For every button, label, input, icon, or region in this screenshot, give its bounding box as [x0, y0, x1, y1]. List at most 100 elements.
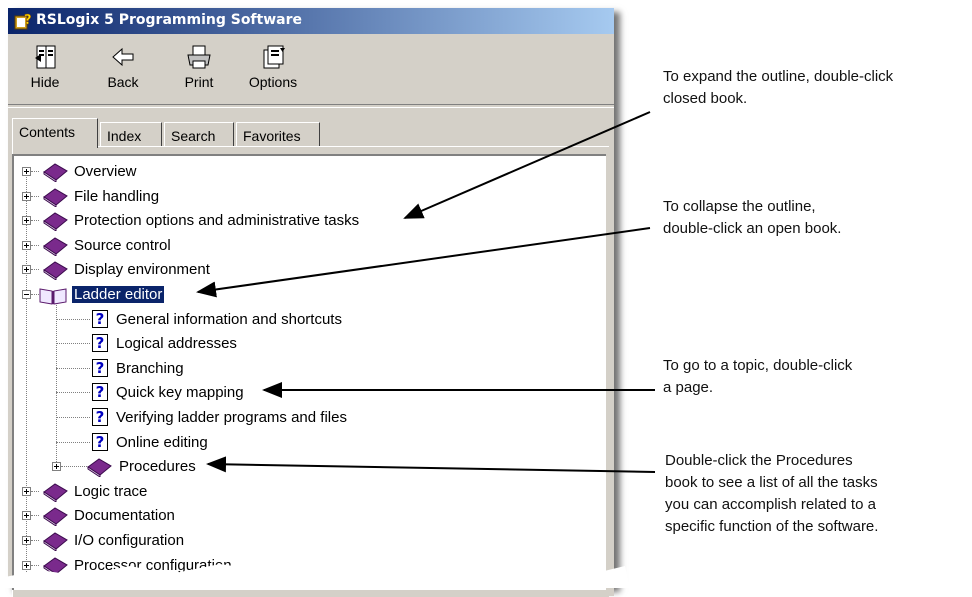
expand-toggle-icon[interactable] [52, 462, 61, 472]
expand-toggle-icon[interactable] [22, 265, 31, 275]
expand-toggle-icon[interactable] [22, 560, 31, 570]
print-label: Print [184, 74, 214, 90]
tab-favorites[interactable]: Favorites [236, 122, 320, 146]
closed-book-icon [40, 162, 70, 186]
tab-search[interactable]: Search [164, 122, 234, 146]
tree-guide-branch [31, 490, 39, 492]
tree-item-label: Protection options and administrative ta… [74, 212, 360, 230]
tree-item-label: I/O configuration [74, 532, 185, 549]
tree-item-book[interactable]: Documentation [14, 504, 574, 528]
tree-item-label: Source control [74, 236, 171, 254]
help-page-icon: ? [92, 358, 108, 377]
tree-item-label: Quick key mapping [116, 384, 244, 402]
tree-item-page[interactable]: ? Logical addresses [14, 332, 574, 356]
tree-item-label: Online editing [116, 433, 208, 451]
expand-toggle-icon[interactable] [22, 536, 31, 545]
annotation-collapse: To collapse the outline, double-click an… [663, 196, 841, 240]
expand-toggle-icon[interactable] [22, 486, 31, 496]
expand-toggle-icon[interactable] [22, 216, 31, 226]
tab-search-label: Search [171, 128, 216, 144]
tree-item-label: Logic trace [74, 482, 148, 500]
tree-item-book[interactable]: Ladder editor [14, 283, 574, 307]
tree-guide-branch [56, 392, 90, 394]
closed-book-icon [40, 482, 70, 506]
tree-guide-branch [31, 515, 39, 517]
tree-item-book[interactable]: Processor configuration [14, 554, 574, 578]
tree-item-book[interactable]: I/O configuration [14, 529, 574, 553]
help-page-icon: ? [92, 383, 108, 402]
annotation-procedures-line3: you can accomplish related to a [665, 496, 876, 513]
svg-text:?: ? [24, 13, 32, 28]
closed-book-icon [40, 260, 70, 284]
closed-book-icon [40, 506, 70, 530]
back-arrow-icon [112, 47, 134, 67]
hide-button[interactable]: Hide [16, 40, 74, 98]
tab-index[interactable]: Index [100, 122, 162, 146]
tree-item-label: General information and shortcuts [116, 310, 342, 328]
tree-guide-branch [31, 540, 39, 541]
annotation-topic: To go to a topic, double-click a page. [663, 355, 852, 399]
tab-index-label: Index [107, 128, 142, 144]
annotation-expand-line1: To expand the outline, double-click [663, 68, 894, 85]
tree-item-book[interactable]: Source control [14, 234, 574, 258]
annotation-topic-line2: a page. [663, 379, 714, 396]
annotation-topic-line1: To go to a topic, double-click [663, 357, 853, 374]
annotation-expand-line2: closed book. [663, 90, 748, 107]
options-button[interactable]: Options [244, 40, 302, 98]
tree-item-label: Logical addresses [116, 335, 237, 353]
tree-item-page[interactable]: ? General information and shortcuts [14, 308, 574, 332]
right-edge [606, 162, 614, 596]
tree-item-book[interactable]: Display environment [14, 258, 574, 282]
back-label: Back [107, 74, 139, 90]
tree-guide-branch [31, 269, 39, 271]
collapse-toggle-icon[interactable] [22, 290, 31, 299]
closed-book-icon [84, 457, 114, 481]
options-icon [263, 45, 285, 69]
tree-item-label: Ladder editor [70, 285, 166, 304]
tree-item-book[interactable]: Logic trace [14, 480, 574, 504]
tab-contents[interactable]: Contents [12, 118, 98, 148]
tree-guide-branch [31, 171, 39, 172]
closed-book-icon [40, 211, 70, 235]
tab-contents-label: Contents [19, 124, 76, 140]
contents-tree[interactable]: Overview File handling Protection options … [12, 154, 606, 590]
tree-guide-branch [56, 367, 90, 369]
title-bar[interactable]: ? RSLogix 5 Programming Software [8, 8, 614, 34]
annotation-procedures-line4: specific function of the software. [665, 518, 879, 535]
tree-guide-branch [56, 343, 90, 345]
back-button[interactable]: Back [94, 40, 152, 98]
tree-item-page[interactable]: ? Quick key mapping [14, 381, 574, 405]
tree-item-subbook[interactable]: Procedures [14, 455, 574, 479]
hide-label: Hide [30, 74, 60, 90]
tree-guide-branch [56, 318, 90, 320]
hide-icon [35, 45, 56, 69]
tree-item-book[interactable]: Protection options and administrative ta… [14, 209, 574, 233]
toolbar-separator [8, 104, 614, 108]
window-title: RSLogix 5 Programming Software [36, 12, 302, 28]
closed-book-icon [40, 236, 70, 260]
help-app-icon: ? [14, 13, 32, 30]
annotation-procedures: Double-click the Procedures book to see … [665, 450, 878, 538]
tree-item-page[interactable]: ? Verifying ladder programs and files [14, 406, 574, 430]
tree-guide-branch [56, 441, 90, 443]
expand-toggle-icon[interactable] [22, 511, 31, 521]
tree-item-page[interactable]: ? Branching [14, 357, 574, 381]
tree-item-book[interactable]: Overview [14, 160, 574, 184]
expand-toggle-icon[interactable] [22, 240, 31, 250]
tree-item-page[interactable]: ? Online editing [14, 431, 574, 455]
annotation-collapse-line1: To collapse the outline, [663, 198, 816, 215]
print-button[interactable]: Print [170, 40, 228, 98]
open-book-icon [38, 285, 68, 309]
tree-guide-branch [31, 244, 39, 246]
annotation-collapse-line2: double-click an open book. [663, 220, 842, 237]
tree-item-label: Overview [74, 163, 137, 180]
tree-item-label: Procedures [119, 458, 196, 476]
toolbar: Hide Back Print Options [8, 36, 614, 100]
help-page-icon: ? [92, 432, 108, 451]
expand-toggle-icon[interactable] [22, 191, 31, 201]
tree-guide-branch [31, 220, 39, 222]
expand-toggle-icon[interactable] [22, 167, 31, 176]
tree-item-book[interactable]: File handling [14, 185, 574, 209]
help-page-icon: ? [92, 334, 108, 353]
printer-icon [187, 45, 211, 69]
